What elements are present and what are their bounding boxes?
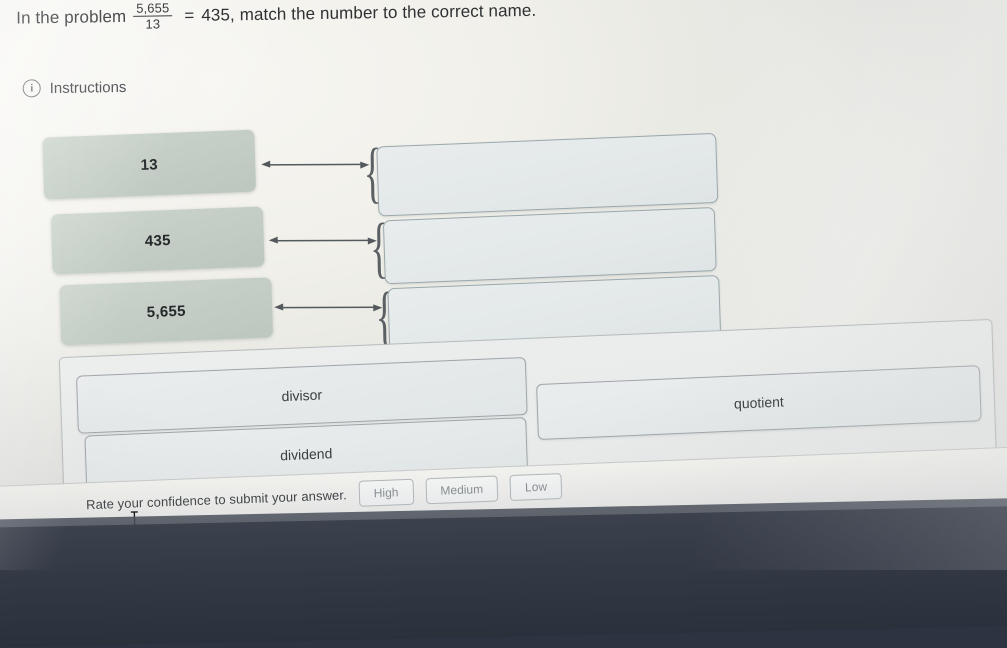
confidence-label: Rate your confidence to submit your answ… [86,487,347,512]
instructions-label: Instructions [50,78,127,96]
confidence-low-button[interactable]: Low [510,473,563,501]
answer-option-label: dividend [280,445,333,463]
fraction-numerator: 5,655 [133,1,172,16]
prompt-result: 435 [201,5,230,25]
equals-sign: = [184,6,194,26]
fraction-denominator: 13 [142,17,163,31]
prompt-tail-text: , match the number to the correct name. [230,1,536,26]
confidence-medium-button[interactable]: Medium [425,475,498,504]
text-cursor-icon [130,510,139,531]
prompt-lead-text: In the problem [16,7,126,29]
confidence-high-button[interactable]: High [358,479,413,507]
match-connector-arrow [274,297,382,317]
instructions-row[interactable]: i Instructions [23,78,127,98]
number-tile[interactable]: 435 [51,206,265,274]
number-tile[interactable]: 13 [42,130,256,200]
answer-drop-target[interactable] [376,133,718,217]
exercise-content: In the problem 5,655 13 = 435 , match th… [0,0,1007,533]
number-tile[interactable]: 5,655 [59,277,273,345]
number-tile-label: 5,655 [146,302,186,320]
info-circle-icon: i [23,79,41,97]
number-tile-label: 435 [145,231,171,249]
match-connector-arrow [269,230,377,250]
device-screen: In the problem 5,655 13 = 435 , match th… [0,0,1007,533]
answer-option-label: divisor [281,387,322,405]
number-tile-label: 13 [140,156,158,174]
answer-option-label: quotient [734,394,784,412]
answer-drop-target[interactable] [383,207,717,284]
fraction: 5,655 13 [133,1,172,31]
match-connector-arrow [261,154,369,174]
problem-prompt: In the problem 5,655 13 = 435 , match th… [16,0,636,33]
